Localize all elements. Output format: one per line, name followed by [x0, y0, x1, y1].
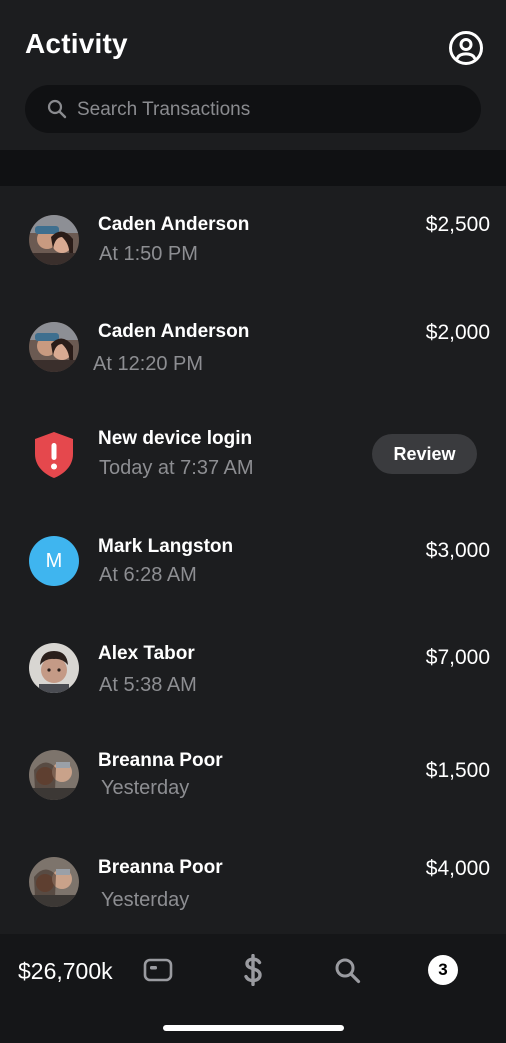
item-time: At 1:50 PM: [99, 243, 198, 265]
list-item[interactable]: Caden Anderson At 12:20 PM $2,000: [0, 293, 506, 400]
item-name: New device login: [98, 428, 253, 449]
header: Activity: [0, 0, 506, 150]
avatar: [29, 857, 79, 907]
avatar: M: [29, 536, 79, 586]
list-item[interactable]: Alex Tabor At 5:38 AM $7,000: [0, 614, 506, 721]
item-time: At 12:20 PM: [93, 353, 204, 375]
item-name: Mark Langston: [98, 536, 234, 557]
page-title: Activity: [25, 28, 128, 59]
activity-list: Caden Anderson At 1:50 PM $2,500 Caden A…: [0, 186, 506, 934]
search-input[interactable]: [75, 85, 459, 135]
avatar: [29, 215, 79, 265]
item-amount: $7,000: [425, 646, 490, 669]
item-time: At 5:38 AM: [99, 674, 197, 696]
item-amount: $2,500: [425, 213, 490, 236]
home-indicator[interactable]: [163, 1025, 344, 1031]
section-divider: [0, 150, 506, 186]
avatar: [29, 322, 79, 372]
item-time: Yesterday: [101, 889, 190, 911]
alert-shield-icon: [35, 432, 73, 478]
profile-button[interactable]: [448, 30, 484, 66]
item-time: Today at 7:37 AM: [99, 457, 254, 479]
avatar: [29, 750, 79, 800]
item-amount: $2,000: [425, 321, 490, 344]
item-amount: $3,000: [425, 539, 490, 562]
balance-tab[interactable]: $26,700k: [18, 958, 113, 985]
card-icon[interactable]: [143, 958, 173, 982]
item-name: Alex Tabor: [98, 643, 195, 664]
list-item[interactable]: M Mark Langston At 6:28 AM $3,000: [0, 507, 506, 614]
list-item[interactable]: Breanna Poor Yesterday $4,000: [0, 828, 506, 935]
list-item[interactable]: Breanna Poor Yesterday $1,500: [0, 721, 506, 828]
bottom-nav: $26,700k 3: [0, 934, 506, 1043]
search-bar[interactable]: [25, 85, 481, 135]
item-amount: $4,000: [425, 857, 490, 880]
activity-badge[interactable]: 3: [428, 955, 458, 985]
search-icon: [47, 99, 67, 119]
profile-circle-icon: [449, 31, 483, 65]
item-name: Breanna Poor: [98, 750, 223, 771]
item-time: Yesterday: [101, 777, 190, 799]
avatar: [29, 643, 79, 693]
item-name: Caden Anderson: [98, 214, 250, 235]
dollar-icon[interactable]: [241, 954, 265, 986]
review-button[interactable]: Review: [372, 434, 477, 474]
search-icon[interactable]: [334, 957, 361, 984]
item-time: At 6:28 AM: [99, 564, 197, 586]
item-name: Caden Anderson: [98, 321, 250, 342]
list-item-security-alert[interactable]: New device login Today at 7:37 AM Review: [0, 400, 506, 507]
item-amount: $1,500: [425, 759, 490, 782]
list-item[interactable]: Caden Anderson At 1:50 PM $2,500: [0, 186, 506, 293]
item-name: Breanna Poor: [98, 857, 223, 878]
